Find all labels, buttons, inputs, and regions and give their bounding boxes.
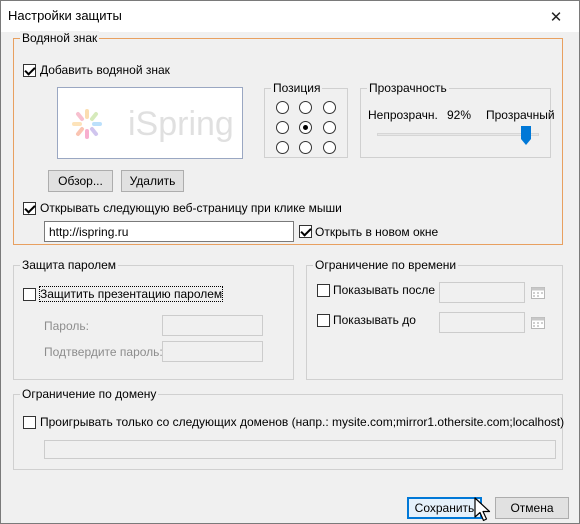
open-new-window-checkbox[interactable]: [299, 225, 312, 238]
delete-button[interactable]: Удалить: [121, 170, 184, 192]
opaque-label: Непрозрачн.: [368, 108, 438, 122]
position-bottom-center-radio[interactable]: [299, 141, 312, 154]
domains-field[interactable]: [44, 440, 556, 459]
cancel-button[interactable]: Отмена: [495, 497, 569, 519]
add-watermark-label[interactable]: Добавить водяной знак: [40, 63, 170, 77]
calendar-until-icon[interactable]: [531, 315, 545, 329]
position-top-left-radio[interactable]: [276, 101, 289, 114]
transparency-value: 92%: [447, 108, 472, 122]
time-limit-group-label: Ограничение по времени: [313, 258, 459, 272]
slider-track: [377, 133, 539, 136]
mouse-pointer-icon: [474, 497, 491, 522]
save-button[interactable]: Сохранить: [407, 497, 482, 519]
title-bar: Настройки защиты ✕: [1, 1, 579, 32]
open-url-checkbox[interactable]: [23, 202, 36, 215]
protection-settings-dialog: Настройки защиты ✕ Водяной знак Добавить…: [0, 0, 580, 524]
domain-restrict-label[interactable]: Проигрывать только со следующих доменов …: [40, 415, 564, 429]
show-until-checkbox[interactable]: [317, 314, 330, 327]
url-field[interactable]: http://ispring.ru: [44, 221, 294, 242]
window-title: Настройки защиты: [8, 8, 122, 23]
browse-button[interactable]: Обзор...: [48, 170, 113, 192]
slider-thumb-icon: [521, 126, 532, 145]
transparency-group-label: Прозрачность: [367, 81, 449, 95]
position-top-center-radio[interactable]: [299, 101, 312, 114]
transparent-label: Прозрачный: [486, 108, 555, 122]
add-watermark-checkbox[interactable]: [23, 64, 36, 77]
show-until-label[interactable]: Показывать до: [333, 313, 416, 327]
watermark-group-label: Водяной знак: [20, 31, 100, 45]
confirm-password-field[interactable]: [162, 341, 263, 362]
transparency-slider[interactable]: [375, 125, 541, 145]
confirm-password-label: Подтвердите пароль:: [44, 345, 163, 359]
slider-thumb[interactable]: [521, 126, 532, 145]
open-new-window-label[interactable]: Открыть в новом окне: [315, 225, 438, 239]
domain-group-label: Ограничение по домену: [20, 387, 159, 401]
position-middle-right-radio[interactable]: [323, 121, 336, 134]
position-top-right-radio[interactable]: [323, 101, 336, 114]
preview-logo-text: iSpring: [128, 105, 234, 143]
password-field[interactable]: [162, 315, 263, 336]
position-bottom-left-radio[interactable]: [276, 141, 289, 154]
close-icon[interactable]: ✕: [533, 1, 579, 32]
show-after-date-field[interactable]: [439, 282, 525, 303]
protect-password-label[interactable]: Защитить презентацию паролем: [38, 286, 224, 302]
watermark-preview: iSpring: [57, 87, 243, 159]
protect-password-checkbox[interactable]: [23, 288, 36, 301]
show-until-date-field[interactable]: [439, 312, 525, 333]
position-bottom-right-radio[interactable]: [323, 141, 336, 154]
password-label: Пароль:: [44, 319, 89, 333]
position-center-radio[interactable]: [299, 121, 312, 134]
domain-restrict-checkbox[interactable]: [23, 416, 36, 429]
show-after-checkbox[interactable]: [317, 284, 330, 297]
ispring-logo-icon: [72, 109, 102, 139]
position-group-label: Позиция: [271, 81, 323, 95]
position-middle-left-radio[interactable]: [276, 121, 289, 134]
transparency-group: Прозрачность: [360, 81, 551, 158]
calendar-after-icon[interactable]: [531, 285, 545, 299]
open-url-label[interactable]: Открывать следующую веб-страницу при кли…: [40, 201, 342, 215]
password-group-label: Защита паролем: [20, 258, 119, 272]
show-after-label[interactable]: Показывать после: [333, 283, 435, 297]
